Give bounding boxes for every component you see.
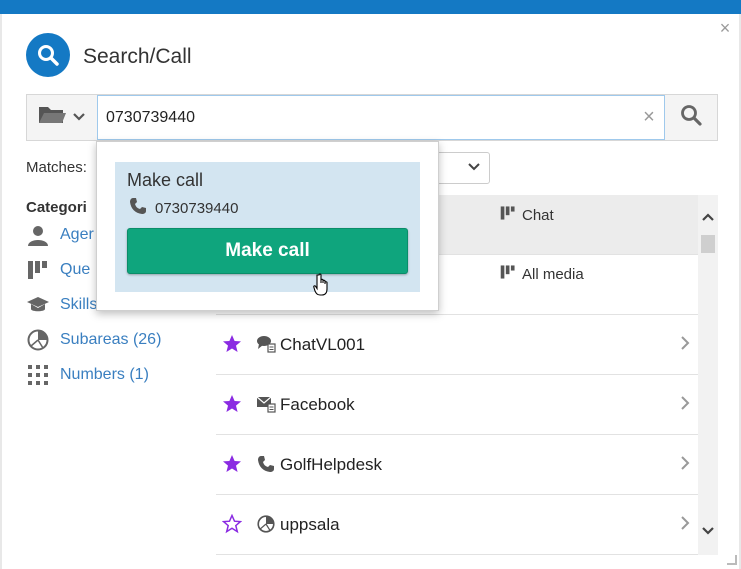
media-filter-all: All media (500, 264, 584, 284)
media-label: All media (522, 265, 584, 283)
category-agents[interactable]: Ager (26, 223, 94, 247)
folder-icon (37, 103, 67, 132)
phone-icon (129, 197, 147, 219)
chevron-right-icon[interactable] (680, 455, 690, 476)
email-icon (256, 394, 276, 414)
item-name: GolfHelpdesk (280, 455, 383, 474)
search-call-icon (26, 33, 70, 77)
search-button[interactable] (665, 95, 717, 140)
window-top-bar (0, 0, 741, 14)
scrollbar-thumb[interactable] (701, 235, 715, 253)
page-title: Search/Call (83, 45, 192, 68)
pie-chart-icon (256, 514, 276, 534)
matches-label: Matches: (26, 159, 87, 176)
item-name: uppsala (280, 515, 340, 534)
clear-search-icon[interactable]: × (640, 107, 658, 127)
queue-icon (500, 264, 516, 284)
category-label: Numbers (1) (60, 366, 149, 383)
make-call-panel: Make call 0730739440 Make call (115, 162, 420, 292)
chevron-down-icon[interactable] (698, 523, 718, 539)
media-filter-chat: Chat (500, 205, 554, 225)
chevron-down-icon (467, 160, 481, 179)
list-item[interactable]: GolfHelpdesk (216, 435, 698, 495)
category-queues[interactable]: Que (26, 258, 90, 282)
make-call-popup: Make call 0730739440 Make call (96, 141, 439, 311)
chevron-right-icon[interactable] (680, 335, 690, 356)
hand-cursor-icon (312, 272, 330, 301)
close-icon[interactable]: × (717, 19, 733, 37)
make-call-button[interactable]: Make call (127, 228, 408, 274)
star-outline-icon[interactable] (221, 513, 243, 539)
popup-title: Make call (127, 170, 204, 190)
queue-icon (500, 205, 516, 225)
star-filled-icon[interactable] (222, 334, 242, 359)
queue-icon (26, 258, 50, 282)
search-input-wrapper: × (97, 95, 665, 140)
item-name: ChatVL001 (280, 335, 366, 354)
popup-number: 0730739440 (155, 199, 239, 217)
categories-title: Categori (26, 199, 87, 216)
person-icon (26, 223, 50, 247)
item-name: Facebook (280, 395, 355, 414)
chevron-down-icon (73, 109, 85, 127)
category-numbers[interactable]: Numbers (1) (26, 363, 149, 387)
category-label: Ager (60, 226, 94, 243)
graduation-cap-icon (26, 293, 50, 317)
popup-number-row: 0730739440 (129, 197, 238, 219)
chevron-right-icon[interactable] (680, 395, 690, 416)
category-label: Subareas (26) (60, 331, 162, 348)
category-label: Skills (60, 296, 98, 313)
chat-bubbles-icon (256, 334, 276, 354)
scrollbar[interactable] (698, 195, 718, 555)
list-item[interactable]: Facebook (216, 375, 698, 435)
window-border-left (0, 14, 2, 569)
resize-handle[interactable] (727, 555, 737, 565)
chevron-right-icon[interactable] (680, 515, 690, 536)
chevron-up-icon[interactable] (698, 209, 718, 225)
star-filled-icon[interactable] (222, 454, 242, 479)
list-item[interactable]: uppsala (216, 495, 698, 555)
search-input[interactable] (98, 96, 638, 139)
category-subareas[interactable]: Subareas (26) (26, 328, 161, 352)
grid-dots-icon (26, 363, 50, 387)
phone-icon (256, 454, 276, 474)
pie-chart-icon (26, 328, 50, 352)
search-icon (679, 103, 703, 132)
star-filled-icon[interactable] (222, 394, 242, 419)
media-label: Chat (522, 206, 554, 224)
category-label: Que (60, 261, 91, 278)
list-item[interactable]: ChatVL001 (216, 315, 698, 375)
folder-dropdown-button[interactable] (27, 95, 95, 140)
category-skills[interactable]: Skills (26, 293, 97, 317)
search-bar: × (26, 94, 718, 141)
